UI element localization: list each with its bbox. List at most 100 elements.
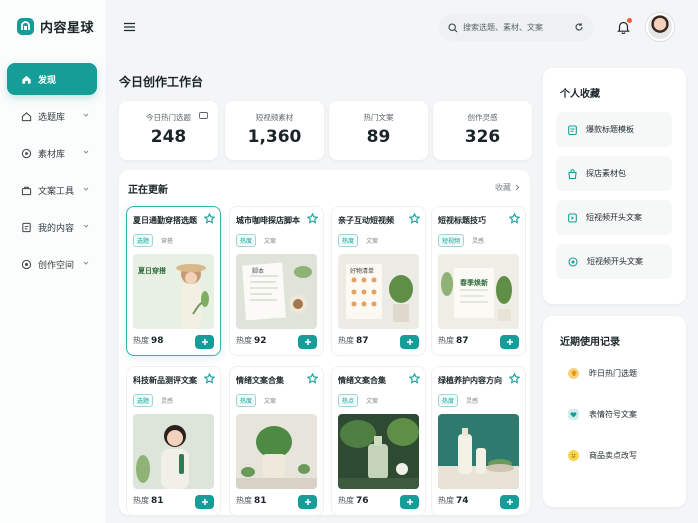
smile-icon xyxy=(568,450,579,461)
content-card[interactable]: 情绪文案合集 热度 文案 热度 81 xyxy=(229,366,324,516)
avatar[interactable] xyxy=(646,13,674,41)
content-card[interactable]: 夏日通勤穿搭选题 选题 穿搭 夏日穿搭 热度 98 xyxy=(126,206,221,356)
card-tag: 文案 xyxy=(264,398,277,405)
favorite-item[interactable]: 短视频开头文案 xyxy=(556,200,672,235)
plus-icon xyxy=(304,499,311,505)
heat-score: 热度 81 xyxy=(133,495,164,506)
heat-score: 热度 87 xyxy=(338,335,369,346)
recent-label: 昨日热门选题 xyxy=(589,369,637,378)
card-tag: 短视频 xyxy=(438,234,465,247)
heat-label: 热度 xyxy=(438,496,454,505)
star-icon[interactable] xyxy=(509,213,520,224)
sidebar: 内容星球 发现 选题库 素材库 文案工具 我的内容 创作空间 xyxy=(0,0,107,523)
document-icon xyxy=(20,221,32,233)
add-button[interactable] xyxy=(298,495,317,509)
content-card[interactable]: 科技新品测评文案 选题 灵感 热度 81 xyxy=(126,366,221,516)
card-title: 城市咖啡探店脚本 xyxy=(236,216,300,225)
sidebar-item-label: 我的内容 xyxy=(38,223,75,234)
heat-label: 热度 xyxy=(438,336,454,345)
heat-score: 热度 92 xyxy=(236,335,267,346)
content-card[interactable]: 短视标题技巧 短视频 灵感 春季焕新 热度 87 xyxy=(431,206,526,356)
brand[interactable]: 内容星球 xyxy=(17,17,94,36)
star-icon[interactable] xyxy=(307,373,318,384)
stat-card-inspiration[interactable]: 创作灵感 326 xyxy=(433,101,532,160)
search-placeholder: 搜索选题、素材、文案 xyxy=(463,23,543,32)
chevron-down-icon xyxy=(83,187,89,191)
thumb-text: 夏日穿搭 xyxy=(138,267,166,275)
recent-item[interactable]: 昨日热门选题 xyxy=(568,368,637,379)
chevron-down-icon xyxy=(83,261,89,265)
updates-more-link[interactable]: 收藏 xyxy=(495,182,520,193)
content-card[interactable]: 情绪文案合集 热点 文案 热度 76 xyxy=(331,366,426,516)
favorite-label: 短视频开头文案 xyxy=(587,257,643,266)
heat-label: 热度 xyxy=(236,336,252,345)
star-icon[interactable] xyxy=(409,373,420,384)
content-card[interactable]: 亲子互动短视频 热度 文案 好物清单 热度 87 xyxy=(331,206,426,356)
sidebar-item-label: 发现 xyxy=(38,75,57,86)
recent-item[interactable]: 商品卖点改写 xyxy=(568,450,637,461)
card-thumbnail xyxy=(438,414,519,489)
card-title: 短视标题技巧 xyxy=(438,216,486,225)
add-button[interactable] xyxy=(195,335,214,349)
add-button[interactable] xyxy=(298,335,317,349)
heat-value: 92 xyxy=(254,336,267,346)
add-button[interactable] xyxy=(400,495,419,509)
star-icon[interactable] xyxy=(409,213,420,224)
card-tag: 热度 xyxy=(236,394,257,407)
menu-icon[interactable] xyxy=(124,22,135,32)
heat-label: 热度 xyxy=(338,496,354,505)
card-thumbnail: 好物清单 xyxy=(338,254,419,329)
stat-card-hot-copy[interactable]: 热门文案 89 xyxy=(329,101,428,160)
add-button[interactable] xyxy=(500,495,519,509)
content-card[interactable]: 城市咖啡探店脚本 热度 文案 脚本 热度 92 xyxy=(229,206,324,356)
stat-label: 创作灵感 xyxy=(467,113,498,122)
updates-title: 正在更新 xyxy=(128,185,168,196)
star-icon[interactable] xyxy=(204,373,215,384)
plus-icon xyxy=(406,339,413,345)
heat-score: 热度 87 xyxy=(438,335,469,346)
plus-icon xyxy=(201,499,208,505)
sidebar-item-materials[interactable]: 素材库 xyxy=(7,137,97,169)
card-tag: 热度 xyxy=(338,234,359,247)
sidebar-item-discover[interactable]: 发现 xyxy=(7,63,97,95)
sidebar-item-copy-tools[interactable]: 文案工具 xyxy=(7,174,97,206)
sidebar-item-creation-space[interactable]: 创作空间 xyxy=(7,248,97,280)
add-button[interactable] xyxy=(195,495,214,509)
recent-item[interactable]: 表情符号文案 xyxy=(568,409,637,420)
add-button[interactable] xyxy=(400,335,419,349)
lightbulb-icon xyxy=(20,110,32,122)
chevron-down-icon xyxy=(83,224,89,228)
star-icon[interactable] xyxy=(509,373,520,384)
card-title: 情绪文案合集 xyxy=(236,376,284,385)
sidebar-item-label: 创作空间 xyxy=(38,260,75,271)
chevron-down-icon xyxy=(83,113,89,117)
sidebar-item-label: 素材库 xyxy=(38,149,66,160)
stat-card-video-materials[interactable]: 短视频素材 1,360 xyxy=(225,101,324,160)
heat-label: 热度 xyxy=(338,336,354,345)
stat-card-hot-topics[interactable]: 今日热门选题 248 xyxy=(119,101,218,160)
star-icon[interactable] xyxy=(307,213,318,224)
brand-logo-icon xyxy=(17,18,34,35)
sidebar-item-label: 文案工具 xyxy=(38,186,75,197)
clipboard-icon xyxy=(568,124,577,135)
stat-value: 248 xyxy=(150,127,187,147)
favorite-item[interactable]: 爆款标题模板 xyxy=(556,112,672,147)
card-tag: 选题 xyxy=(133,234,154,247)
favorite-item[interactable]: 短视频开头文案 xyxy=(556,244,672,279)
sidebar-item-topics[interactable]: 选题库 xyxy=(7,100,97,132)
search-input[interactable]: 搜索选题、素材、文案 xyxy=(439,14,594,41)
recent-title: 近期使用记录 xyxy=(560,337,620,348)
refresh-icon[interactable] xyxy=(574,22,584,32)
content-card[interactable]: 绿植养护内容方向 热度 灵感 热度 74 xyxy=(431,366,526,516)
add-button[interactable] xyxy=(500,335,519,349)
updates-panel: 正在更新 收藏 夏日通勤穿搭选题 选题 穿搭 夏日穿搭 热度 98 城市咖啡探店… xyxy=(119,170,530,516)
notification-button[interactable] xyxy=(617,18,632,38)
sidebar-nav: 发现 选题库 素材库 文案工具 我的内容 创作空间 xyxy=(7,63,97,285)
favorites-title: 个人收藏 xyxy=(560,89,600,100)
favorite-item[interactable]: 探店素材包 xyxy=(556,156,672,191)
heat-score: 热度 74 xyxy=(438,495,469,506)
sidebar-item-my-content[interactable]: 我的内容 xyxy=(7,211,97,243)
star-icon[interactable] xyxy=(204,213,215,224)
card-thumbnail: 春季焕新 xyxy=(438,254,519,329)
recent-label: 表情符号文案 xyxy=(589,410,637,419)
